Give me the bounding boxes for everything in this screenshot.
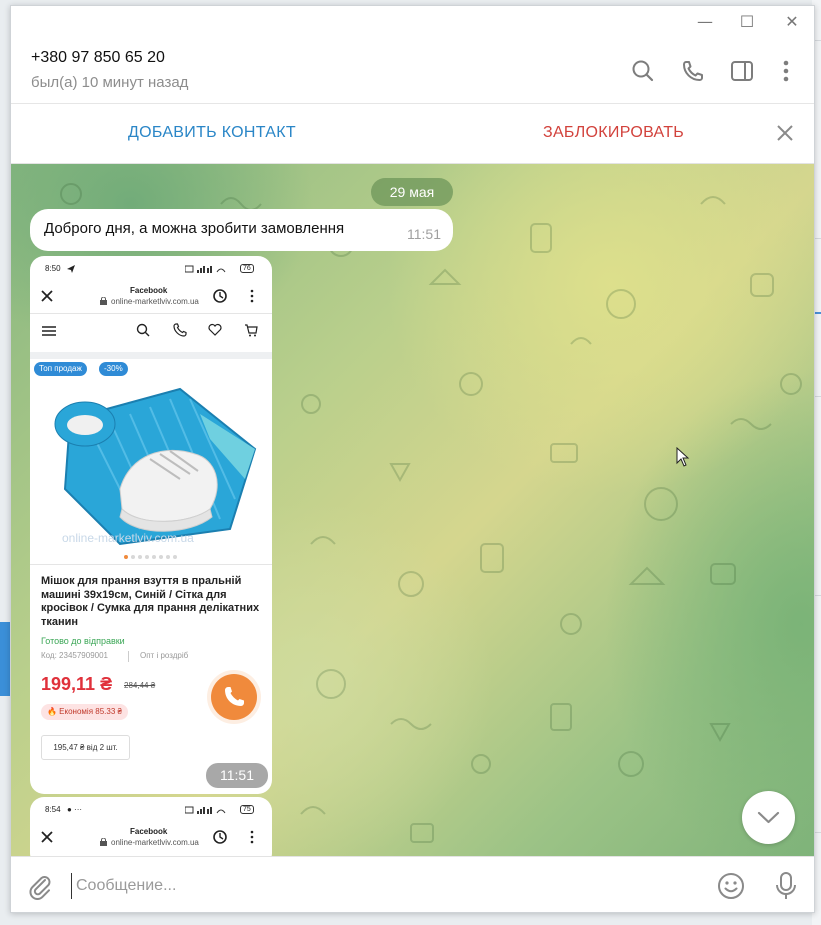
phone-icon xyxy=(211,674,257,720)
emoji-icon[interactable] xyxy=(715,870,747,902)
more-vertical-icon xyxy=(250,289,254,303)
battery-level: 75 xyxy=(240,805,254,814)
sidebar-toggle-icon[interactable] xyxy=(727,56,757,86)
close-window-button[interactable]: ✕ xyxy=(776,10,808,34)
economy-badge: 🔥 Економія 85.33 ₴ xyxy=(41,704,128,720)
message-composer: Сообщение... xyxy=(11,856,814,912)
send-arrow-icon xyxy=(67,265,75,273)
minimize-button[interactable]: — xyxy=(689,10,721,34)
product-code: Код: 23457909001 xyxy=(41,651,108,660)
close-icon xyxy=(41,290,53,302)
product-image: online-marketlviv.com.ua xyxy=(30,359,272,564)
phone-signal-icons xyxy=(185,265,226,273)
battery-level: 76 xyxy=(240,264,254,273)
history-icon xyxy=(213,830,227,844)
more-vertical-icon xyxy=(250,830,254,844)
history-icon xyxy=(213,289,227,303)
date-separator: 29 мая xyxy=(371,178,453,206)
contact-status: был(а) 10 минут назад xyxy=(31,74,189,91)
contact-name[interactable]: +380 97 850 65 20 xyxy=(31,49,165,67)
product-title: Мішок для прання взуття в пральній машин… xyxy=(41,575,260,628)
message-input[interactable]: Сообщение... xyxy=(71,873,691,899)
block-button[interactable]: ЗАБЛОКИРОВАТЬ xyxy=(543,124,684,142)
browser-url: online-marketlviv.com.ua xyxy=(111,297,199,306)
attachment-icon[interactable] xyxy=(25,871,55,901)
phone-icon[interactable] xyxy=(678,56,708,86)
browser-title: Facebook xyxy=(130,827,168,836)
chat-header: +380 97 850 65 20 был(а) 10 минут назад xyxy=(11,38,814,104)
phone-status-time: 8:54 xyxy=(45,805,61,814)
screenshot-image-message[interactable]: 8:50 76 Facebook online-marketlviv.com.u… xyxy=(30,256,272,794)
more-vertical-icon[interactable] xyxy=(771,56,801,86)
old-price: 284,44 ₴ xyxy=(124,681,156,690)
close-icon xyxy=(41,831,53,843)
browser-url: online-marketlviv.com.ua xyxy=(111,838,199,847)
maximize-button[interactable]: ☐ xyxy=(731,10,763,34)
phone-status-time: 8:50 xyxy=(45,264,61,273)
screenshot-image-message[interactable]: 8:54 ● ··· 75 Facebook online-marketlviv… xyxy=(30,797,272,856)
contact-action-bar: ДОБАВИТЬ КОНТАКТ ЗАБЛОКИРОВАТЬ xyxy=(11,104,814,164)
message-time: 11:51 xyxy=(407,226,441,242)
browser-title: Facebook xyxy=(130,286,168,295)
hamburger-menu-icon xyxy=(42,326,56,336)
incoming-message[interactable]: Доброго дня, а можна зробити замовлення … xyxy=(30,209,453,251)
discount-tag: -30% xyxy=(99,362,128,376)
heart-icon xyxy=(208,323,222,336)
bulk-price: 195,47 ₴ від 2 шт. xyxy=(41,735,130,760)
add-contact-button[interactable]: ДОБАВИТЬ КОНТАКТ xyxy=(128,124,296,142)
message-text: Доброго дня, а можна зробити замовлення xyxy=(44,220,345,237)
sale-type: Опт і роздріб xyxy=(140,651,189,660)
product-price: 199,11 ₴ xyxy=(41,674,113,694)
search-icon xyxy=(136,323,150,337)
background-window-accent xyxy=(0,622,10,696)
cart-icon xyxy=(245,324,258,337)
lock-icon xyxy=(100,838,107,846)
title-bar: — ☐ ✕ xyxy=(11,6,814,38)
mouse-cursor-icon xyxy=(676,447,690,467)
search-icon[interactable] xyxy=(628,56,658,86)
scroll-to-bottom-button[interactable] xyxy=(742,791,795,844)
telegram-window: — ☐ ✕ +380 97 850 65 20 был(а) 10 минут … xyxy=(10,5,815,913)
chat-area[interactable]: 29 мая Доброго дня, а можна зробити замо… xyxy=(11,164,814,856)
phone-signal-icons xyxy=(185,806,226,814)
watermark-text: online-marketlviv.com.ua xyxy=(62,531,194,545)
availability-text: Готово до відправки xyxy=(41,636,125,646)
top-sales-tag: Топ продаж xyxy=(34,362,87,376)
chevron-down-icon xyxy=(757,811,780,824)
lock-icon xyxy=(100,297,107,305)
close-icon[interactable] xyxy=(771,119,799,147)
phone-icon xyxy=(173,323,187,337)
notification-dots: ● ··· xyxy=(67,805,83,814)
microphone-icon[interactable] xyxy=(770,869,802,903)
message-time: 11:51 xyxy=(206,763,268,788)
